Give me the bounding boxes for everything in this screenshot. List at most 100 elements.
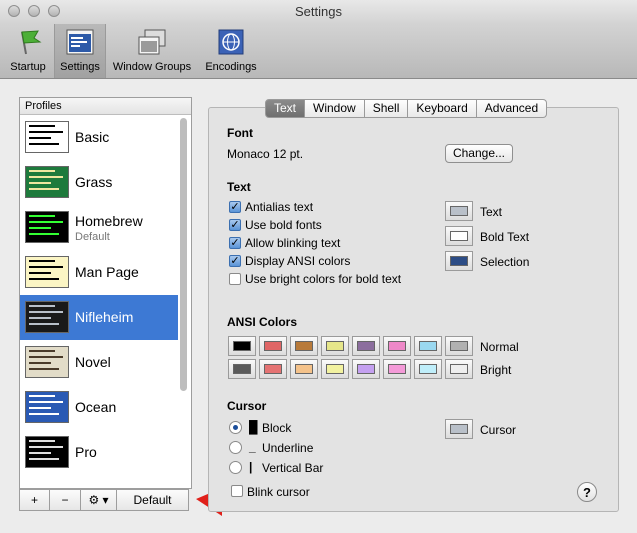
window-groups-icon <box>138 29 166 55</box>
ansi-color-well[interactable] <box>383 336 411 356</box>
cursor-color-well[interactable] <box>445 419 473 439</box>
thumbnail-text-line <box>29 278 59 280</box>
color-swatch <box>357 364 375 374</box>
ansi-color-well[interactable] <box>259 359 287 379</box>
profile-thumbnail <box>25 301 69 333</box>
default-profile-button[interactable]: Default <box>117 489 189 511</box>
thumbnail-text-line <box>29 215 55 217</box>
thumbnail-text-line <box>29 362 51 364</box>
ansi-color-well[interactable] <box>414 336 442 356</box>
text-option-checkbox[interactable]: ✓ <box>229 219 241 231</box>
thumbnail-text-line <box>29 266 63 268</box>
thumbnail-text-line <box>29 401 63 403</box>
cursor-style-label: Underline <box>262 441 314 455</box>
thumbnail-text-line <box>29 446 63 448</box>
ansi-color-well[interactable] <box>290 336 318 356</box>
thumbnail-text-line <box>29 221 63 223</box>
ansi-color-well[interactable] <box>259 336 287 356</box>
change-font-button[interactable]: Change... <box>445 144 513 163</box>
ansi-color-well[interactable] <box>352 359 380 379</box>
startup-flag-icon <box>21 30 42 55</box>
toolbar-window-groups-label: Window Groups <box>112 61 192 73</box>
ansi-color-well[interactable] <box>383 359 411 379</box>
profiles-scrollbar[interactable] <box>180 118 187 391</box>
profiles-header: Profiles <box>20 98 191 115</box>
profiles-list[interactable]: Profiles Basic Grass Homebrew Default Man Pa… <box>19 97 192 489</box>
profile-thumbnail <box>25 346 69 378</box>
ansi-color-well[interactable] <box>445 336 473 356</box>
thumbnail-text-line <box>29 305 55 307</box>
help-button[interactable]: ? <box>577 482 597 502</box>
color-swatch <box>450 341 468 351</box>
ansi-colors-heading: ANSI Colors <box>227 315 298 329</box>
add-profile-button[interactable]: + <box>19 489 50 511</box>
profile-thumbnail <box>25 256 69 288</box>
profile-thumbnail <box>25 211 69 243</box>
window-title: Settings <box>295 4 342 19</box>
text-option-checkbox[interactable]: ✓ <box>229 237 241 249</box>
ansi-color-well[interactable] <box>321 359 349 379</box>
toolbar-window-groups[interactable]: Window Groups <box>108 24 196 78</box>
cursor-color-swatch <box>450 424 468 434</box>
text-option-label: Antialias text <box>245 200 314 214</box>
ansi-color-well[interactable] <box>414 359 442 379</box>
color-swatch <box>450 256 468 266</box>
tab-advanced[interactable]: Advanced <box>476 99 548 118</box>
profile-row-basic[interactable]: Basic <box>20 115 178 160</box>
profile-name: Grass <box>75 174 113 190</box>
profile-thumbnail <box>25 436 69 468</box>
profile-actions-gear-button[interactable]: ⚙ ▾ <box>81 489 117 511</box>
ansi-color-well[interactable] <box>352 336 380 356</box>
text-option-checkbox[interactable]: ✓ <box>229 255 241 267</box>
profile-row-man-page[interactable]: Man Page <box>20 250 178 295</box>
text-option-checkbox[interactable] <box>229 273 241 285</box>
profile-name: Basic <box>75 129 110 145</box>
color-swatch <box>388 364 406 374</box>
toolbar-encodings[interactable]: Encodings <box>202 24 260 78</box>
cursor-color-label: Cursor <box>480 423 517 437</box>
thumbnail-text-line <box>29 407 51 409</box>
tab-text[interactable]: Text <box>265 99 306 118</box>
thumbnail-text-line <box>29 131 63 133</box>
toolbar-startup[interactable]: Startup <box>6 24 50 78</box>
profile-name: Pro <box>75 444 97 460</box>
profile-name: Novel <box>75 354 111 370</box>
tab-window[interactable]: Window <box>305 99 365 118</box>
color-swatch <box>326 364 344 374</box>
profile-thumbnail <box>25 391 69 423</box>
ansi-color-well[interactable] <box>290 359 318 379</box>
ansi-color-well[interactable] <box>228 359 256 379</box>
cursor-style-radio[interactable] <box>229 441 242 454</box>
profile-row-grass[interactable]: Grass <box>20 160 178 205</box>
color-swatch <box>264 364 282 374</box>
profile-row-nifleheim[interactable]: Nifleheim <box>20 295 178 340</box>
tab-shell[interactable]: Shell <box>364 99 409 118</box>
text-option-checkbox[interactable]: ✓ <box>229 201 241 213</box>
tab-keyboard[interactable]: Keyboard <box>408 99 477 118</box>
profile-row-ocean[interactable]: Ocean <box>20 385 178 430</box>
toolbar-settings[interactable]: Settings <box>54 24 106 78</box>
ansi-color-well[interactable] <box>445 359 473 379</box>
profile-row-novel[interactable]: Novel <box>20 340 178 385</box>
remove-profile-button[interactable]: − <box>50 489 81 511</box>
profile-row-pro[interactable]: Pro <box>20 430 178 475</box>
cursor-style-radio[interactable] <box>229 421 242 434</box>
settings-tabs: Text Window Shell Keyboard Advanced <box>265 99 548 118</box>
blink-cursor-checkbox[interactable] <box>231 485 243 497</box>
color-swatch <box>419 364 437 374</box>
color-swatch <box>450 231 468 241</box>
cursor-style-radio[interactable] <box>229 461 242 474</box>
thumbnail-text-line <box>29 458 59 460</box>
text-color-well[interactable] <box>445 251 473 271</box>
thumbnail-text-line <box>29 452 51 454</box>
color-swatch <box>295 364 313 374</box>
ansi-color-well[interactable] <box>228 336 256 356</box>
profile-row-homebrew[interactable]: Homebrew Default <box>20 205 178 250</box>
profile-thumbnail <box>25 121 69 153</box>
color-swatch <box>450 364 468 374</box>
toolbar-encodings-label: Encodings <box>205 61 257 73</box>
color-swatch <box>419 341 437 351</box>
text-color-well[interactable] <box>445 226 473 246</box>
ansi-color-well[interactable] <box>321 336 349 356</box>
text-color-well[interactable] <box>445 201 473 221</box>
